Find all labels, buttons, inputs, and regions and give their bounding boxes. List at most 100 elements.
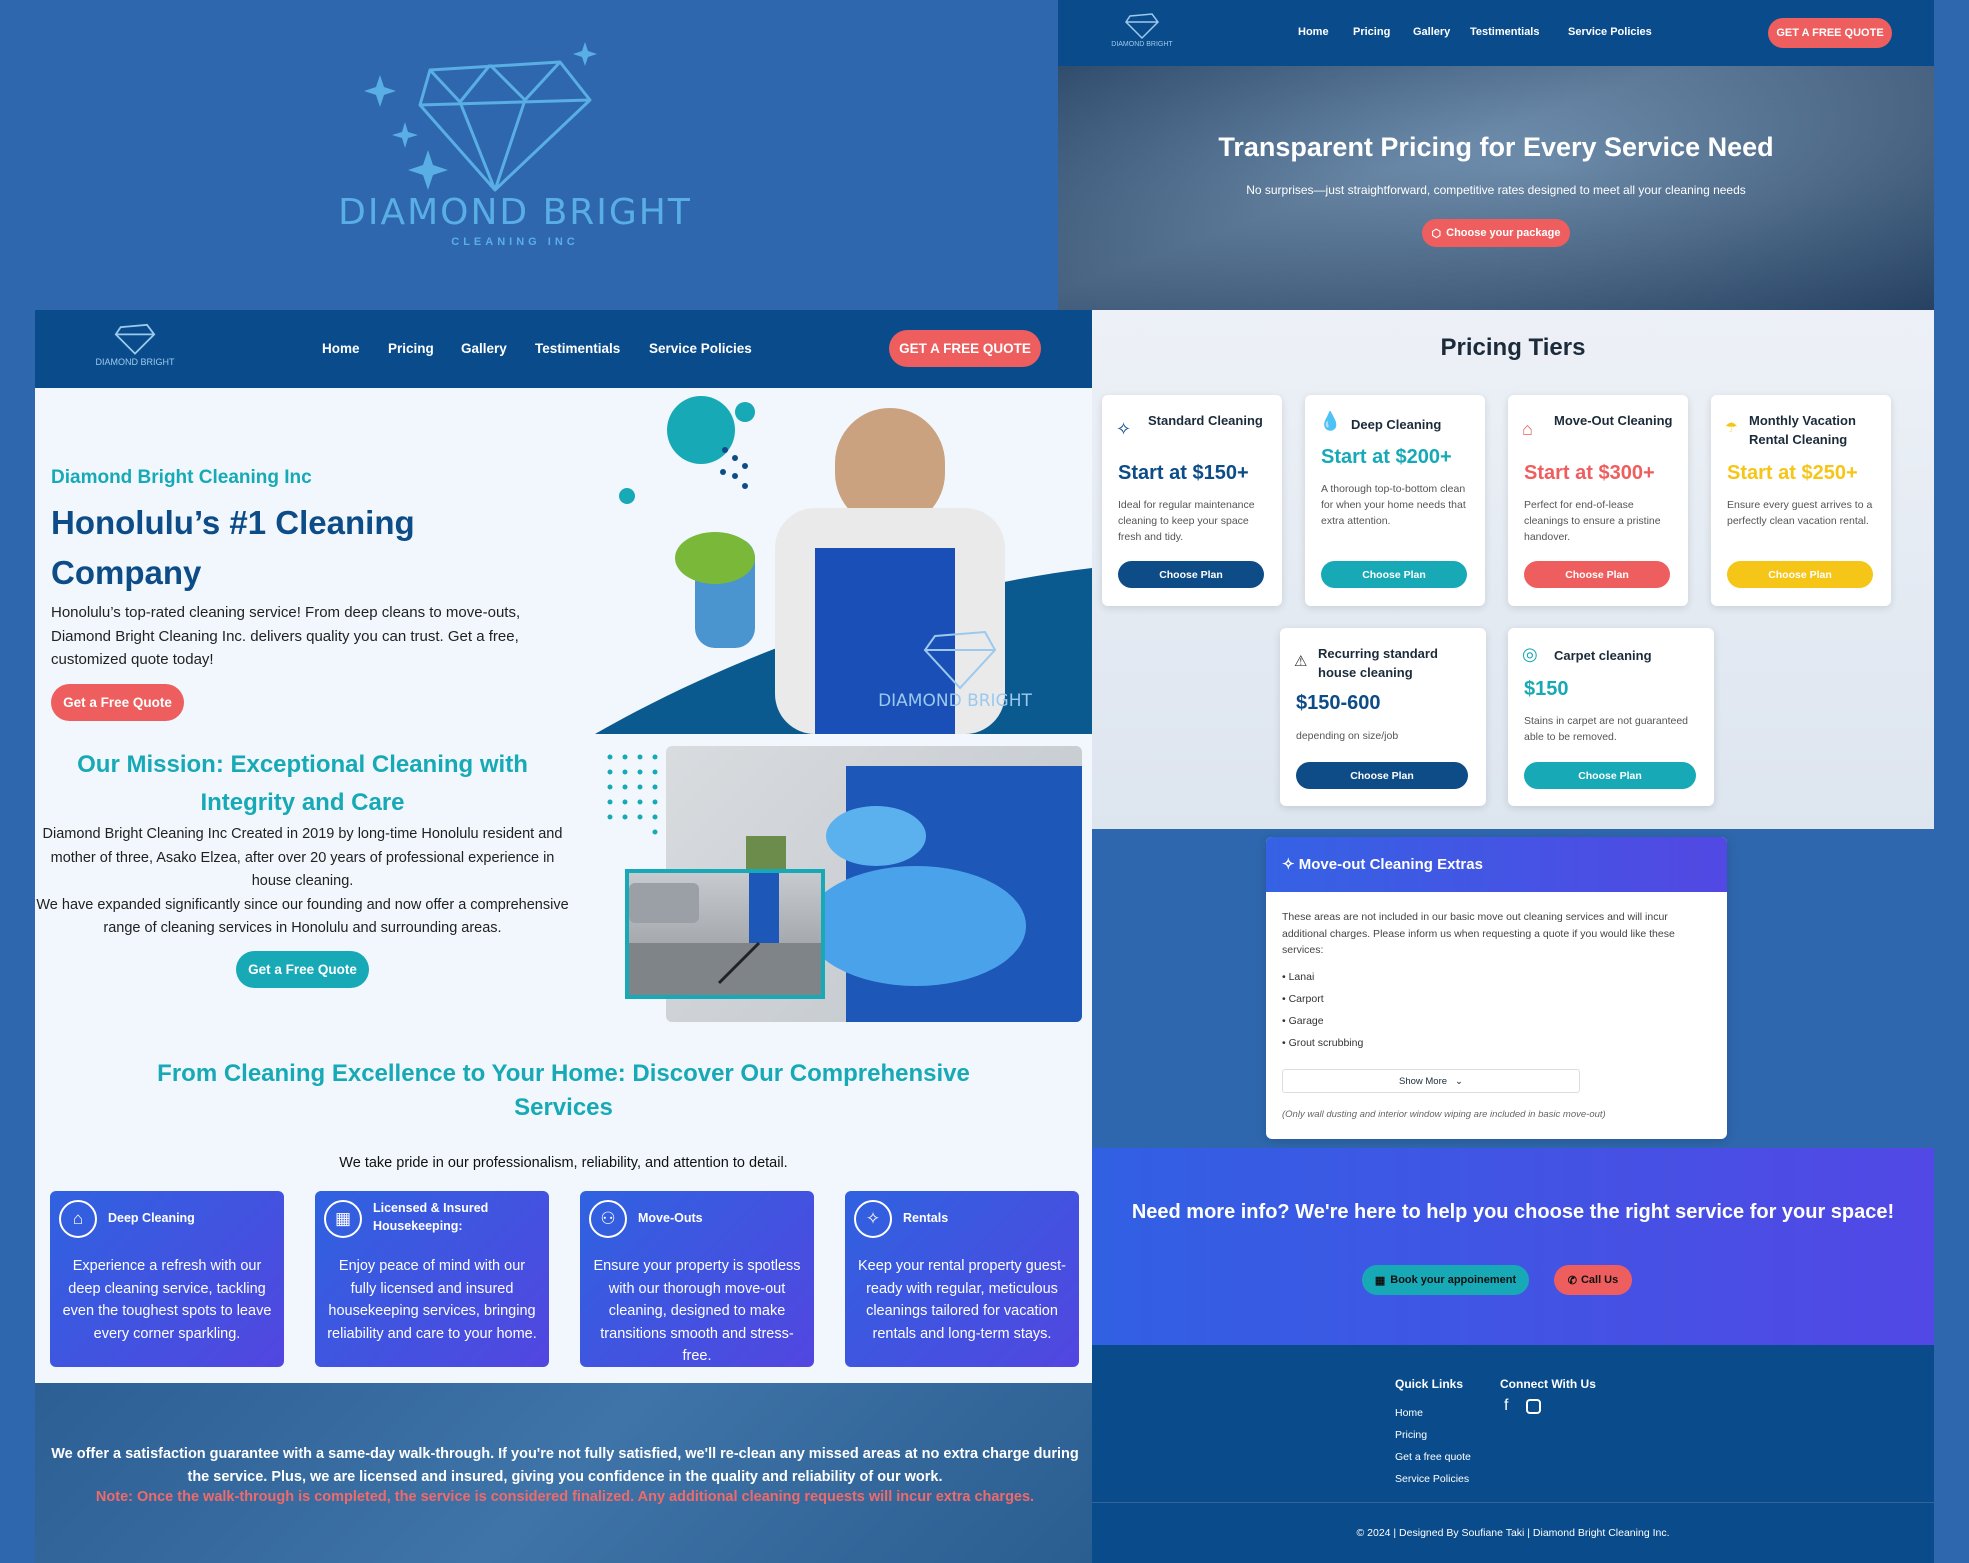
- choose-plan-button[interactable]: Choose Plan: [1118, 561, 1264, 588]
- choose-plan-button[interactable]: Choose Plan: [1321, 561, 1467, 588]
- extras-intro: These areas are not included in our basi…: [1282, 911, 1675, 956]
- nav-pricing[interactable]: Pricing: [388, 341, 434, 356]
- choose-plan-button[interactable]: Choose Plan: [1524, 762, 1696, 789]
- choose-plan-button[interactable]: Choose Plan: [1524, 561, 1670, 588]
- footer-link-home[interactable]: Home: [1395, 1402, 1471, 1424]
- nav-service-policies[interactable]: Service Policies: [649, 341, 752, 356]
- services-title: From Cleaning Excellence to Your Home: D…: [157, 1060, 970, 1121]
- mission-quote-button[interactable]: Get a Free Quote: [236, 951, 369, 988]
- get-quote-button[interactable]: GET A FREE QUOTE: [1768, 18, 1892, 48]
- footer: Quick Links Home Pricing Get a free quot…: [1092, 1345, 1934, 1563]
- help-cta: Need more info? We're here to help you c…: [1092, 1148, 1934, 1345]
- service-card-housekeeping[interactable]: ▦ Licensed & Insured Housekeeping: Enjoy…: [315, 1191, 549, 1367]
- footer-link-pricing[interactable]: Pricing: [1395, 1424, 1471, 1446]
- nav-home[interactable]: Home: [322, 341, 360, 356]
- services-subtitle: We take pride in our professionalism, re…: [339, 1155, 788, 1171]
- phone-icon: ✆: [1567, 1274, 1577, 1287]
- list-item: • Carport: [1282, 993, 1324, 1005]
- hero-image: DIAMOND BRIGHT: [595, 388, 1092, 734]
- mission-paragraph-2: We have expanded significantly since our…: [36, 896, 569, 937]
- choose-plan-button[interactable]: Choose Plan: [1296, 762, 1468, 789]
- tier-standard: ✧ Standard Cleaning Start at $150+ Ideal…: [1102, 395, 1282, 606]
- diamond-icon: [114, 323, 156, 355]
- pricing-section: Pricing Tiers ✧ Standard Cleaning Start …: [1092, 310, 1934, 829]
- brand-sub: CLEANING INC: [451, 236, 579, 248]
- home-page: DIAMOND BRIGHT Home Pricing Gallery Test…: [35, 310, 1092, 1563]
- umbrella-icon: ☂: [1725, 419, 1738, 435]
- diamond-icon: [364, 42, 597, 192]
- brand-watermark: DIAMOND BRIGHT: [878, 691, 1032, 711]
- instagram-icon[interactable]: [1526, 1399, 1541, 1414]
- footer-link-policies[interactable]: Service Policies: [1395, 1468, 1471, 1490]
- choose-plan-button[interactable]: Choose Plan: [1727, 561, 1873, 588]
- chevron-down-icon: ⌄: [1455, 1075, 1464, 1087]
- mission-body: Diamond Bright Cleaning Inc Created in 2…: [35, 823, 570, 941]
- book-appointment-button[interactable]: ▦ Book your appoinement: [1362, 1265, 1529, 1295]
- mission-paragraph-1: Diamond Bright Cleaning Inc Created in 2…: [42, 826, 563, 889]
- nav-gallery[interactable]: Gallery: [461, 341, 507, 356]
- warning-icon: ⚠: [1294, 653, 1308, 670]
- guarantee-note: Note: Once the walk-through is completed…: [95, 1489, 1035, 1505]
- footer-link-quote[interactable]: Get a free quote: [1395, 1446, 1471, 1468]
- extras-list: • Lanai • Carport • Garage • Grout scrub…: [1282, 966, 1363, 1054]
- hero-body: Honolulu’s top-rated cleaning service! F…: [51, 604, 521, 668]
- dot-pattern: [605, 752, 665, 844]
- nav-gallery[interactable]: Gallery: [1413, 26, 1450, 38]
- tier-carpet: ◎ Carpet cleaning $150 Stains in carpet …: [1508, 628, 1714, 806]
- extras-header: ✧ Move-out Cleaning Extras: [1266, 837, 1727, 892]
- house-icon: ⌂: [1522, 419, 1533, 439]
- calendar-icon: ▦: [324, 1200, 362, 1238]
- people-icon: ⚇: [589, 1200, 627, 1238]
- pricing-hero-title: Transparent Pricing for Every Service Ne…: [1218, 132, 1774, 162]
- brand-name: DIAMOND BRIGHT: [338, 192, 692, 233]
- call-us-button[interactable]: ✆ Call Us: [1554, 1265, 1632, 1295]
- nav-testimentials[interactable]: Testimentials: [1470, 26, 1540, 38]
- move-out-extras: ✧ Move-out Cleaning Extras These areas a…: [1266, 837, 1727, 1139]
- list-item: • Grout scrubbing: [1282, 1037, 1364, 1049]
- help-cta-title: Need more info? We're here to help you c…: [1131, 1201, 1895, 1223]
- diamond-icon: [1125, 13, 1159, 40]
- sparkle-icon: ✧: [1282, 856, 1295, 873]
- quick-links: Home Pricing Get a free quote Service Po…: [1395, 1402, 1471, 1490]
- copyright: © 2024 | Designed By Soufiane Taki | Dia…: [1356, 1527, 1670, 1539]
- service-card-move-outs[interactable]: ⚇ Move-Outs Ensure your property is spot…: [580, 1191, 814, 1367]
- show-more-button[interactable]: Show More ⌄: [1282, 1069, 1580, 1093]
- tier-recurring: ⚠ Recurring standard house cleaning $150…: [1280, 628, 1486, 806]
- hero-quote-button[interactable]: Get a Free Quote: [51, 684, 184, 721]
- service-card-deep-cleaning[interactable]: ⌂ Deep Cleaning Experience a refresh wit…: [50, 1191, 284, 1367]
- list-item: • Lanai: [1282, 971, 1315, 983]
- home-navbar: DIAMOND BRIGHT Home Pricing Gallery Test…: [35, 310, 1092, 388]
- service-card-rentals[interactable]: ✧ Rentals Keep your rental property gues…: [845, 1191, 1079, 1367]
- cleaning-icon: ✧: [854, 1200, 892, 1238]
- sparkle-house-icon: ⌂: [59, 1200, 97, 1238]
- list-item: • Garage: [1282, 1015, 1324, 1027]
- sparkle-icon: ✧: [1116, 419, 1132, 439]
- nav-pricing[interactable]: Pricing: [1353, 26, 1390, 38]
- nav-logo[interactable]: DIAMOND BRIGHT: [1102, 10, 1182, 48]
- droplets-icon: 💧: [1319, 411, 1342, 431]
- nav-service-policies[interactable]: Service Policies: [1568, 26, 1652, 38]
- pricing-hero: Transparent Pricing for Every Service Ne…: [1058, 66, 1934, 310]
- box-icon: ⬡: [1431, 227, 1442, 240]
- nav-testimentials[interactable]: Testimentials: [535, 341, 620, 356]
- spiral-icon: ◎: [1522, 644, 1538, 664]
- calendar-icon: ▦: [1374, 1274, 1386, 1287]
- hero-title: Honolulu’s #1 Cleaning Company: [51, 504, 415, 591]
- quick-links-title: Quick Links: [1395, 1377, 1464, 1391]
- facebook-icon[interactable]: f: [1504, 1397, 1508, 1415]
- pricing-navbar: DIAMOND BRIGHT Home Pricing Gallery Test…: [1058, 0, 1934, 66]
- nav-logo[interactable]: DIAMOND BRIGHT: [85, 320, 185, 367]
- nav-home[interactable]: Home: [1298, 26, 1329, 38]
- tier-move-out: ⌂ Move-Out Cleaning Start at $300+ Perfe…: [1508, 395, 1688, 606]
- pricing-hero-subtitle: No surprises—just straightforward, compe…: [1246, 183, 1746, 197]
- guarantee-section: We offer a satisfaction guarantee with a…: [35, 1383, 1092, 1563]
- mission-title: Our Mission: Exceptional Cleaning with I…: [77, 751, 528, 816]
- extras-footnote: (Only wall dusting and interior window w…: [1282, 1109, 1606, 1120]
- tier-deep-cleaning: 💧 Deep Cleaning Start at $200+ A thoroug…: [1305, 395, 1485, 606]
- pricing-title: Pricing Tiers: [1440, 334, 1586, 361]
- choose-package-button[interactable]: ⬡ Choose your package: [1422, 219, 1570, 247]
- hero-logo: DIAMOND BRIGHT CLEANING INC: [320, 40, 720, 260]
- hero-eyebrow: Diamond Bright Cleaning Inc: [51, 467, 312, 488]
- guarantee-text: We offer a satisfaction guarantee with a…: [51, 1446, 1079, 1485]
- get-quote-button[interactable]: GET A FREE QUOTE: [889, 330, 1041, 367]
